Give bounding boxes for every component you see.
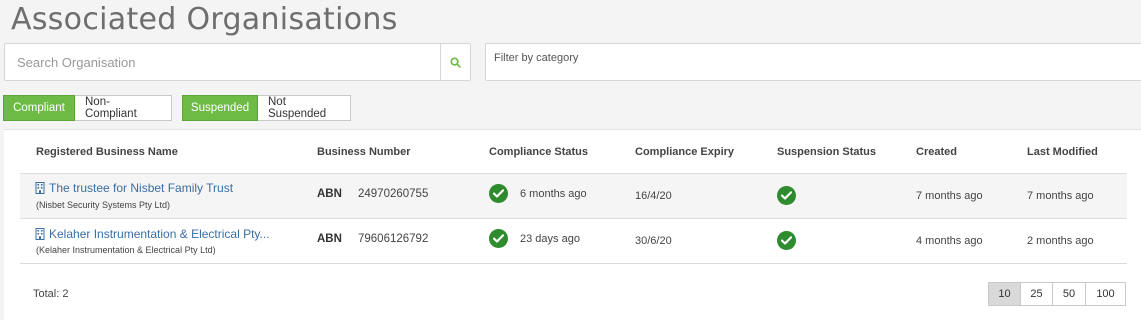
search-input[interactable]: [5, 44, 442, 80]
suspension-toggle: Suspended Not Suspended: [182, 95, 351, 121]
business-trading-name: (Nisbet Security Systems Pty Ltd): [36, 200, 171, 210]
business-name-text: The trustee for Nisbet Family Trust: [49, 181, 234, 195]
page-title: Associated Organisations: [11, 2, 398, 37]
last-modified-date: 7 months ago: [1027, 190, 1094, 202]
non-compliant-button[interactable]: Non-Compliant: [75, 95, 172, 121]
compliance-expiry: 30/6/20: [635, 235, 672, 247]
compliance-toggle: Compliant Non-Compliant: [3, 95, 172, 121]
header-business-number[interactable]: Business Number: [317, 146, 411, 158]
check-circle-icon: [777, 231, 796, 250]
building-icon: [35, 182, 45, 194]
abn-number: 24970260755: [358, 188, 429, 200]
header-suspension-status[interactable]: Suspension Status: [777, 146, 876, 158]
search-button[interactable]: [440, 44, 470, 80]
header-compliance-status[interactable]: Compliance Status: [489, 146, 588, 158]
compliance-time: 23 days ago: [520, 233, 580, 245]
abn-label: ABN: [317, 188, 342, 200]
search-box: [4, 43, 471, 81]
compliance-time: 6 months ago: [520, 188, 587, 200]
category-filter-placeholder: Filter by category: [494, 52, 579, 64]
business-name-text: Kelaher Instrumentation & Electrical Pty…: [49, 227, 270, 241]
header-compliance-expiry[interactable]: Compliance Expiry: [635, 146, 734, 158]
business-name-link[interactable]: The trustee for Nisbet Family Trust: [35, 181, 233, 195]
category-filter[interactable]: Filter by category: [485, 43, 1141, 81]
business-name-link[interactable]: Kelaher Instrumentation & Electrical Pty…: [35, 227, 270, 241]
page-size-100-button[interactable]: 100: [1086, 282, 1126, 306]
not-suspended-button[interactable]: Not Suspended: [258, 95, 351, 121]
created-date: 4 months ago: [916, 235, 983, 247]
building-icon: [35, 228, 45, 240]
abn-number: 79606126792: [358, 233, 429, 245]
compliant-button[interactable]: Compliant: [3, 95, 75, 121]
check-circle-icon: [489, 229, 508, 248]
header-created[interactable]: Created: [916, 146, 957, 158]
page-size-50-button[interactable]: 50: [1053, 282, 1086, 306]
row-divider: [20, 263, 1127, 264]
check-circle-icon: [777, 186, 796, 205]
row-divider: [20, 218, 1127, 219]
page-size-10-button[interactable]: 10: [988, 282, 1021, 306]
compliance-expiry: 16/4/20: [635, 190, 672, 202]
search-icon: [450, 56, 461, 68]
suspended-button[interactable]: Suspended: [182, 95, 258, 121]
check-circle-icon: [489, 184, 508, 203]
business-trading-name: (Kelaher Instrumentation & Electrical Pt…: [36, 245, 216, 255]
page-size-25-button[interactable]: 25: [1021, 282, 1053, 306]
abn-label: ABN: [317, 233, 342, 245]
header-business-name[interactable]: Registered Business Name: [36, 146, 178, 158]
total-count: Total: 2: [33, 288, 69, 300]
header-last-modified[interactable]: Last Modified: [1027, 146, 1098, 158]
created-date: 7 months ago: [916, 190, 983, 202]
last-modified-date: 2 months ago: [1027, 235, 1094, 247]
page-size-selector: 10 25 50 100: [988, 282, 1126, 306]
